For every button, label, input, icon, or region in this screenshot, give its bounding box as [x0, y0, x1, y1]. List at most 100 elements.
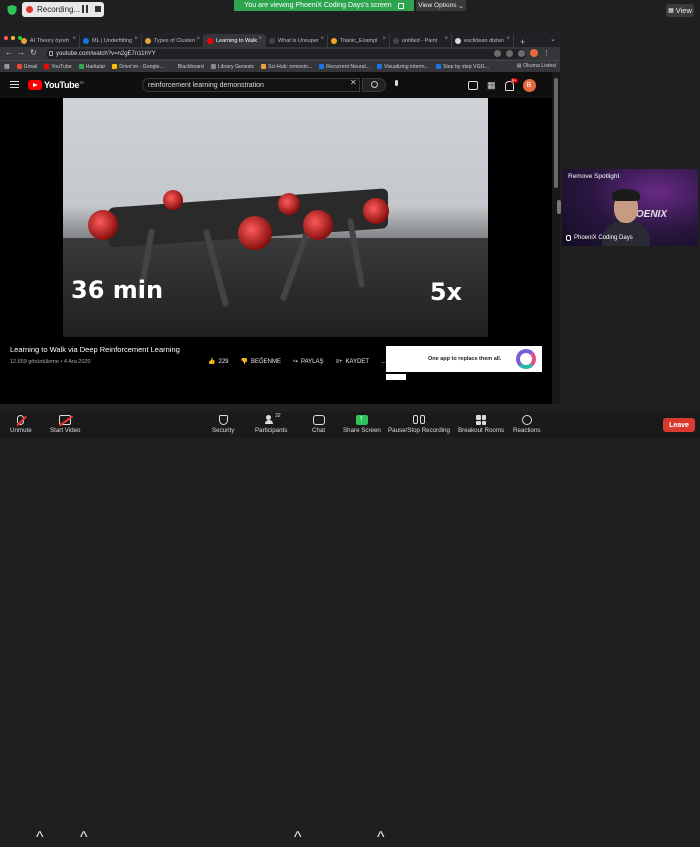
- participant-name-tag: PhoeniX Coding Days: [566, 235, 633, 241]
- youtube-logo-icon[interactable]: [28, 80, 42, 90]
- close-tab-icon[interactable]: ×: [134, 36, 138, 42]
- unmute-button[interactable]: Unmute: [10, 415, 32, 434]
- participants-button[interactable]: 32 Participants: [255, 413, 287, 434]
- notifications-icon[interactable]: 9+: [504, 77, 518, 91]
- audio-options-chevron-icon[interactable]: ^: [36, 829, 44, 847]
- browser-tab-active[interactable]: Learning to Walk ×: [204, 34, 266, 47]
- bookmark-label: Drive'ım - Google...: [119, 63, 164, 70]
- share-page-icon[interactable]: [494, 49, 501, 57]
- youtube-logo-text[interactable]: YouTubeTR: [44, 80, 84, 90]
- tab-favicon-icon: [269, 38, 275, 44]
- close-tab-icon[interactable]: ×: [320, 36, 324, 42]
- recording-label: Pause/Stop Recording: [388, 427, 450, 434]
- reload-icon[interactable]: ↻: [30, 48, 37, 57]
- reading-list[interactable]: ▤ Okuma Listesi: [517, 63, 556, 69]
- video-overlay-time: 36 min: [71, 276, 164, 304]
- bookmark-item[interactable]: Recurrent Neural...: [319, 64, 370, 70]
- browser-tab[interactable]: AI Theory öyreh ×: [18, 34, 80, 47]
- bookmark-item[interactable]: Gmail: [16, 64, 37, 70]
- address-bar[interactable]: youtube.com/watch?v=n2gE7n11hYY: [46, 49, 526, 59]
- shield-icon[interactable]: [6, 4, 18, 16]
- apps-grid-icon[interactable]: ▦: [4, 63, 10, 70]
- browser-tab[interactable]: untitled - Paint ×: [390, 34, 452, 47]
- close-tab-icon[interactable]: ×: [382, 36, 386, 42]
- ad-banner[interactable]: One app to replace them all.: [386, 346, 542, 372]
- microphone-icon[interactable]: [392, 79, 402, 91]
- start-video-button[interactable]: Start Video: [50, 415, 81, 434]
- bookmark-item[interactable]: Library Genesis: [210, 64, 254, 70]
- page-scrollbar[interactable]: [552, 72, 560, 404]
- youtube-search-input[interactable]: reinforcement learning demonstration: [142, 78, 360, 92]
- bookmark-item[interactable]: Haritalar: [78, 64, 105, 70]
- splitter-handle[interactable]: [557, 200, 561, 214]
- thumbs-up-icon: 👍: [208, 359, 216, 365]
- apps-grid-icon[interactable]: ▦: [487, 81, 496, 90]
- bookmark-favicon-icon: [44, 64, 50, 69]
- browser-menu-icon[interactable]: ⋮: [543, 49, 550, 57]
- ad-logo-icon: [516, 349, 536, 369]
- bookmark-item[interactable]: Blackboard: [170, 64, 204, 70]
- bookmark-star-icon[interactable]: [506, 49, 513, 57]
- forward-icon[interactable]: →: [17, 48, 25, 57]
- browser-tab[interactable]: What is Unsuper ×: [266, 34, 328, 47]
- stop-recording-icon[interactable]: [95, 6, 101, 12]
- reactions-button[interactable]: Reactions: [513, 415, 541, 434]
- tab-search-icon[interactable]: ⌄: [550, 35, 556, 43]
- browser-profile-avatar[interactable]: [530, 49, 538, 57]
- extensions-icon[interactable]: [518, 49, 525, 57]
- bookmark-item[interactable]: Drive'ım - Google...: [112, 64, 164, 70]
- close-tab-icon[interactable]: ×: [258, 36, 262, 42]
- playlist-add-icon: ≡+: [335, 358, 343, 365]
- participants-chevron-icon[interactable]: ^: [294, 829, 302, 847]
- clear-search-icon[interactable]: ✕: [350, 78, 357, 87]
- like-button[interactable]: 👍 229: [208, 358, 229, 366]
- share-screen-button[interactable]: Share Screen: [343, 413, 381, 434]
- breakout-rooms-button[interactable]: Breakout Rooms: [458, 415, 504, 434]
- close-tab-icon[interactable]: ×: [506, 36, 510, 42]
- save-button[interactable]: ≡+ KAYDET: [336, 359, 370, 365]
- view-button[interactable]: ▦ View: [666, 4, 694, 17]
- browser-toolbar: ← → ↻ youtube.com/watch?v=n2gE7n11hYY ⋮: [0, 47, 560, 60]
- new-tab-icon[interactable]: +: [514, 37, 531, 47]
- video-options-chevron-icon[interactable]: ^: [80, 829, 88, 847]
- browser-tab[interactable]: ML | Underfitting ×: [80, 34, 142, 47]
- participant-video[interactable]: PHOENIX Remove Spotlight PhoeniX Coding …: [562, 169, 698, 246]
- create-video-icon[interactable]: [468, 81, 478, 90]
- ad-thumbnail[interactable]: [386, 374, 406, 380]
- bookmark-item[interactable]: Visualizing interm...: [376, 64, 429, 70]
- pause-recording-icon[interactable]: [82, 5, 88, 13]
- security-button[interactable]: Security: [212, 415, 234, 434]
- search-icon[interactable]: [362, 78, 386, 92]
- video-off-icon: [59, 415, 72, 425]
- video-player[interactable]: 36 min 5x: [63, 98, 488, 337]
- shield-icon: [218, 415, 228, 425]
- share-screen-label: Share Screen: [343, 427, 381, 434]
- tab-favicon-icon: [455, 38, 461, 44]
- browser-tab[interactable]: Titanic_Exampl ×: [328, 34, 390, 47]
- viewing-banner-text: You are viewing PhoeniX Coding Days's sc…: [244, 2, 392, 9]
- popout-icon[interactable]: [397, 2, 404, 9]
- bookmark-item[interactable]: Step by step VGG...: [435, 64, 489, 70]
- share-options-chevron-icon[interactable]: ^: [377, 829, 385, 847]
- close-tab-icon[interactable]: ×: [444, 36, 448, 42]
- close-tab-icon[interactable]: ×: [196, 36, 200, 42]
- menu-icon[interactable]: [10, 81, 19, 88]
- pause-stop-recording-button[interactable]: Pause/Stop Recording: [388, 415, 450, 434]
- chat-button[interactable]: Chat: [312, 415, 325, 434]
- browser-tab[interactable]: euclidean distan ×: [452, 34, 514, 47]
- back-icon[interactable]: ←: [5, 48, 13, 57]
- bookmark-favicon-icon: [210, 64, 216, 69]
- close-tab-icon[interactable]: ×: [72, 36, 76, 42]
- dislike-button[interactable]: 👎 BEĞENME: [241, 358, 282, 366]
- remove-spotlight-button[interactable]: Remove Spotlight: [568, 173, 619, 180]
- bookmark-item[interactable]: Sci-Hub: removin...: [261, 64, 312, 70]
- share-button[interactable]: ↪ PAYLAŞ: [293, 358, 324, 366]
- leave-button[interactable]: Leave: [663, 418, 695, 432]
- bookmark-item[interactable]: YouTube: [44, 64, 72, 70]
- browser-tab-strip: AI Theory öyreh × ML | Underfitting × Type…: [0, 32, 560, 47]
- scroll-thumb[interactable]: [554, 78, 558, 188]
- browser-tab[interactable]: Types of Clusteri ×: [142, 34, 204, 47]
- participant-shirt: [602, 221, 650, 246]
- view-options-button[interactable]: View Options ⌄: [416, 0, 466, 11]
- youtube-avatar[interactable]: B: [522, 79, 536, 92]
